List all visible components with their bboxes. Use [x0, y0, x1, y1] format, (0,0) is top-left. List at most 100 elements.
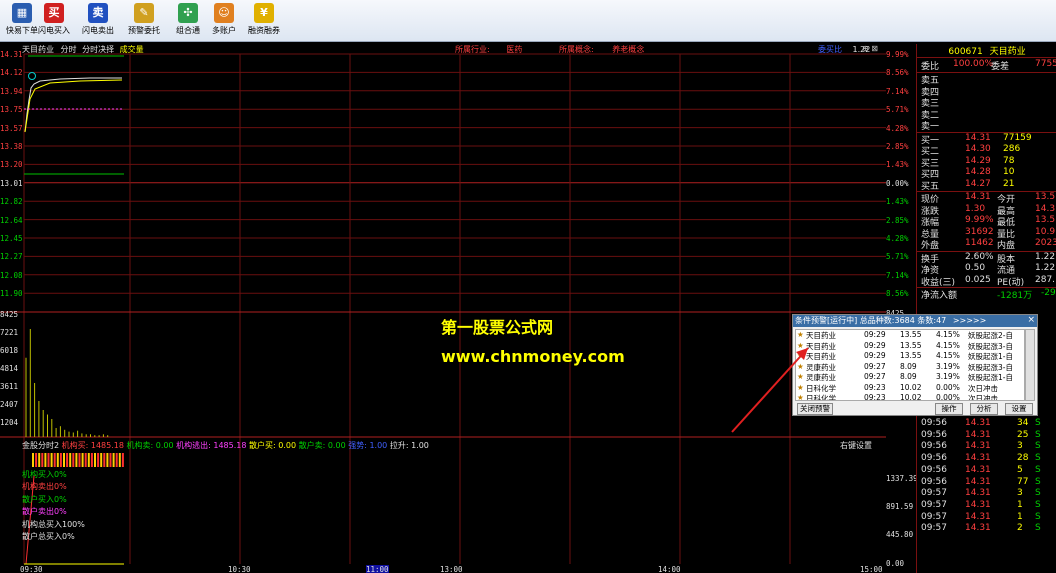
alert-list[interactable]: ★ 天目药业 09:29 13.55 4.15% 妖股起涨2-自 ★ 天目药业 09:29 13.… — [795, 329, 1025, 401]
alert-row[interactable]: ★ 天目药业 09:29 13.55 4.15% 妖股起涨1-自 — [796, 351, 1024, 362]
alert-condition: 妖股起涨1-自 — [968, 373, 1013, 382]
indicator-bar — [56, 453, 59, 467]
ask-row: 卖三 — [917, 96, 1056, 109]
action-button[interactable]: 操作 — [935, 403, 963, 415]
stat-value: 287. — [1035, 274, 1056, 285]
tick-volume: 1 — [1017, 511, 1023, 522]
stat-row: 收益(三) 0.025 PE(动) 287. — [917, 274, 1056, 288]
tick-row: 09:56 14.31 28 S — [917, 453, 1056, 465]
tick-time: 09:57 — [921, 511, 947, 522]
percent-tick-label: 5.71% — [886, 105, 909, 115]
tick-price: 14.31 — [965, 441, 991, 452]
indicator-bar — [112, 453, 115, 467]
tick-row: 09:56 14.31 3 S — [917, 441, 1056, 453]
bid-volume: 77159 — [1003, 132, 1032, 143]
tick-volume: 3 — [1017, 488, 1023, 499]
bid-row: 买四 14.28 10 — [917, 167, 1056, 180]
stat-label: 收益(三) — [921, 277, 956, 288]
margin-button[interactable]: ¥ 融资融券 — [242, 3, 286, 39]
tick-volume: 25 — [1017, 429, 1029, 440]
percent-tick-label: 9.99% — [886, 50, 909, 59]
tick-price: 14.31 — [965, 499, 991, 510]
condition-alert-popup[interactable]: 条件预警[运行中] 总品种数:3684 条数:47 >>>>> × ★ 天目药业 0… — [792, 314, 1038, 416]
tick-time: 09:56 — [921, 429, 947, 440]
price-tick-label: 12.08 — [0, 270, 23, 280]
alert-row[interactable]: ★ 天目药业 09:29 13.55 4.15% 妖股起涨2-自 — [796, 330, 1024, 341]
alert-condition: 次日冲击 — [968, 383, 998, 393]
tick-time: 09:56 — [921, 453, 947, 464]
tick-side: S — [1035, 441, 1041, 452]
stat-value: 2023 — [1035, 238, 1056, 248]
stat-value: 31692 — [965, 226, 994, 237]
tick-side: S — [1035, 511, 1041, 522]
bid-volume: 21 — [1003, 178, 1015, 189]
star-icon: ★ — [797, 393, 804, 401]
signal-marker — [28, 72, 36, 80]
popup-title-bar[interactable]: 条件预警[运行中] 总品种数:3684 条数:47 >>>>> — [793, 315, 1037, 327]
margin-icon: ¥ — [254, 3, 274, 23]
alert-row[interactable]: ★ 灵康药业 09:27 8.09 3.19% 妖股起涨3-自 — [796, 362, 1024, 373]
percent-tick-label: 8.56% — [886, 289, 909, 299]
right-click-settings[interactable]: 右键设置 — [840, 440, 872, 451]
indicator-bar — [44, 453, 47, 467]
alert-row[interactable]: ★ 日科化学 09:23 10.02 0.00% 次日冲击 — [796, 383, 1024, 394]
alert-order-button[interactable]: ✎ 预警委托 — [122, 3, 166, 39]
alert-pct: 4.15% — [936, 340, 960, 350]
bid-label: 买五 — [921, 181, 940, 192]
stat-value: 9.99% — [965, 215, 994, 225]
indicator-bar — [69, 453, 72, 467]
bid-volume: 286 — [1003, 144, 1021, 154]
netflow-value: -1281万 — [997, 291, 1033, 301]
percent-tick-label: 7.14% — [886, 270, 909, 280]
volume-tick-label: 1204 — [0, 418, 19, 427]
alert-time: 09:27 — [864, 361, 886, 371]
alert-row[interactable]: ★ 天目药业 09:29 13.55 4.15% 妖股起涨3-自 — [796, 341, 1024, 352]
volume-tick-label: 4814 — [0, 364, 19, 373]
alert-price: 10.02 — [900, 393, 922, 401]
star-icon: ★ — [797, 351, 804, 360]
stat-row: 总量 31692 量比 10.9 — [917, 226, 1056, 240]
tick-row: 09:56 14.31 25 S — [917, 430, 1056, 442]
stat-row: 涨跌 1.30 最高 14.3 — [917, 204, 1056, 217]
tick-price: 14.31 — [965, 523, 991, 534]
alert-pct: 0.00% — [936, 382, 960, 392]
portfolio-icon: ✣ — [178, 3, 198, 23]
stat-value: 0.025 — [965, 274, 991, 285]
flash-sell-button[interactable]: 卖 闪电卖出 — [76, 3, 120, 39]
alert-list-scrollbar[interactable] — [1025, 329, 1035, 401]
alert-time: 09:29 — [864, 330, 886, 339]
netflow-row: 净流入额 -1281万 -29 — [917, 288, 1056, 301]
stat-row: 换手 2.60% 股本 1.22 — [917, 252, 1056, 265]
price-tick-label: 11.90 — [0, 289, 23, 299]
settings-button[interactable]: 设置 — [1005, 403, 1033, 415]
alert-name: 天目药业 — [806, 331, 836, 340]
ask-label: 卖一 — [921, 122, 940, 132]
alert-row[interactable]: ★ 灵康药业 09:27 8.09 3.19% 妖股起涨1-自 — [796, 372, 1024, 383]
tick-side: S — [1035, 429, 1041, 440]
time-tick-label: 10:30 — [228, 565, 251, 573]
flash-buy-button[interactable]: 买 闪电买入 — [32, 3, 76, 39]
multi-account-button[interactable]: ☺ 多账户 — [202, 3, 246, 39]
indicator-bar — [81, 453, 84, 467]
intraday-chart[interactable]: 天目药业 分时 分时决择 成交量 所属行业: 医药 所属概念: 养老概念 委买比… — [0, 44, 886, 573]
price-tick-label: 13.20 — [0, 160, 23, 170]
tick-time: 09:57 — [921, 523, 947, 534]
indicator-bar — [100, 453, 103, 467]
indicator-bar — [32, 453, 34, 467]
price-tick-label: 13.75 — [0, 105, 23, 115]
star-icon: ★ — [797, 330, 804, 339]
indicator-bar — [118, 453, 121, 467]
close-alert-button[interactable]: 关闭预警 — [797, 403, 833, 415]
star-icon: ★ — [797, 340, 804, 350]
percent-tick-label: 4.28% — [886, 123, 909, 133]
close-icon[interactable]: × — [1027, 315, 1035, 325]
alert-price: 13.55 — [900, 340, 922, 350]
indicator-bar — [97, 453, 100, 467]
alert-row[interactable]: ★ 日科化学 09:23 10.02 0.00% 次日冲击 — [796, 393, 1024, 401]
tick-price: 14.31 — [965, 511, 991, 522]
analyze-button[interactable]: 分析 — [970, 403, 998, 415]
star-icon: ★ — [797, 372, 804, 381]
alert-name: 灵康药业 — [806, 362, 836, 372]
alert-condition: 妖股起涨1-自 — [968, 352, 1013, 361]
bid-row: 买三 14.29 78 — [917, 156, 1056, 169]
